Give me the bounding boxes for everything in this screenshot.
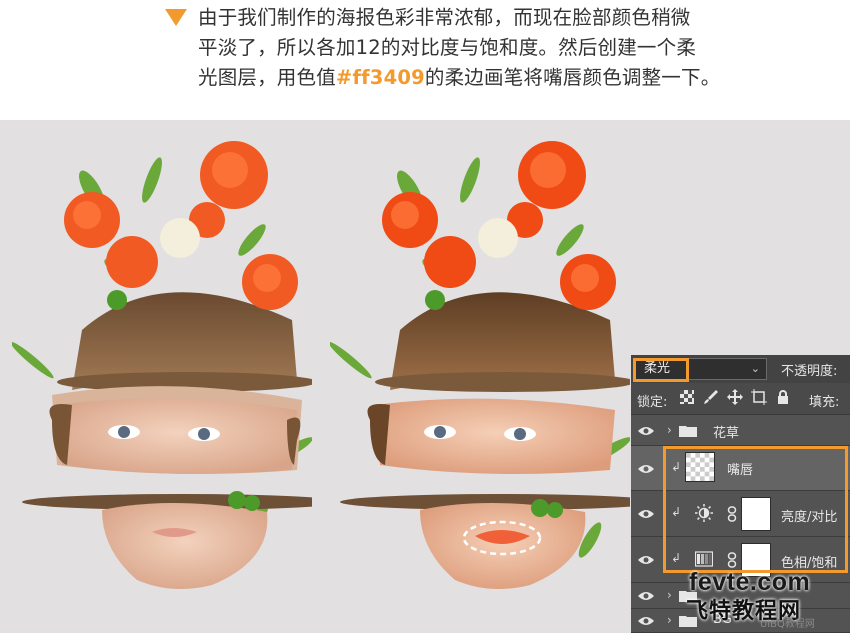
eye-icon[interactable]: [637, 425, 655, 437]
triangle-bullet-icon: [165, 9, 187, 26]
layer-mask-thumbnail[interactable]: [741, 497, 771, 531]
chevron-right-icon[interactable]: ›: [667, 613, 672, 627]
brush-icon[interactable]: [703, 389, 719, 405]
blend-mode-value: 柔光: [644, 361, 671, 376]
lock-icon[interactable]: [775, 389, 791, 405]
brightness-contrast-icon: [695, 504, 713, 522]
lock-options: [679, 389, 791, 409]
move-icon[interactable]: [727, 389, 743, 405]
layer-name: 嘴唇: [727, 463, 754, 478]
chevron-right-icon[interactable]: ›: [667, 423, 672, 437]
layer-row-huacao[interactable]: › 花草: [631, 415, 850, 446]
eye-icon[interactable]: [637, 590, 655, 602]
blend-mode-select[interactable]: 柔光 ⌄: [635, 358, 767, 380]
lock-transparent-pixels-icon[interactable]: [679, 389, 695, 405]
eye-icon[interactable]: [637, 615, 655, 627]
clipping-mask-icon: ↲: [671, 460, 682, 474]
color-hex-value: #ff3409: [335, 66, 425, 89]
eye-icon[interactable]: [637, 463, 655, 475]
instruction-line-3: 光图层，用色值#ff3409的柔边画笔将嘴唇颜色调整一下。: [198, 66, 721, 89]
watermark-faint: UiBQ教程网: [760, 619, 815, 630]
clipping-mask-icon: ↲: [671, 551, 682, 565]
hue-saturation-icon: [695, 551, 713, 567]
link-icon[interactable]: [727, 506, 737, 522]
layer-name: 花草: [713, 426, 740, 441]
chevron-right-icon[interactable]: ›: [667, 588, 672, 602]
layer-row-zuichun[interactable]: ↲ 嘴唇: [631, 446, 850, 491]
opacity-label: 不透明度:: [781, 364, 838, 379]
instruction-header: 由于我们制作的海报色彩非常浓郁，而现在脸部颜色稍微 平淡了，所以各加12的对比度…: [0, 0, 850, 120]
link-icon[interactable]: [727, 552, 737, 568]
instruction-text: 由于我们制作的海报色彩非常浓郁，而现在脸部颜色稍微 平淡了，所以各加12的对比度…: [198, 3, 721, 93]
eye-icon[interactable]: [637, 508, 655, 520]
fill-label: 填充:: [809, 395, 840, 410]
layer-row-brightness-contrast[interactable]: ↲ 亮度/对比: [631, 491, 850, 537]
instruction-line-1: 由于我们制作的海报色彩非常浓郁，而现在脸部颜色稍微: [198, 6, 691, 29]
artboard-icon[interactable]: [751, 389, 767, 405]
layer-thumbnail: [685, 452, 715, 482]
eye-icon[interactable]: [637, 554, 655, 566]
lock-row: 锁定: 填充:: [631, 383, 850, 415]
chevron-down-icon: ⌄: [750, 362, 760, 375]
layer-name: 亮度/对比: [781, 510, 838, 525]
instruction-line-2: 平淡了，所以各加12的对比度与饱和度。然后创建一个柔: [198, 36, 697, 59]
blend-mode-row: 柔光 ⌄ 不透明度:: [631, 355, 850, 383]
artwork-after: [330, 141, 630, 589]
lock-label: 锁定:: [637, 395, 668, 410]
clipping-mask-icon: ↲: [671, 505, 682, 519]
folder-icon: [679, 426, 697, 437]
artwork-before: [12, 141, 312, 589]
